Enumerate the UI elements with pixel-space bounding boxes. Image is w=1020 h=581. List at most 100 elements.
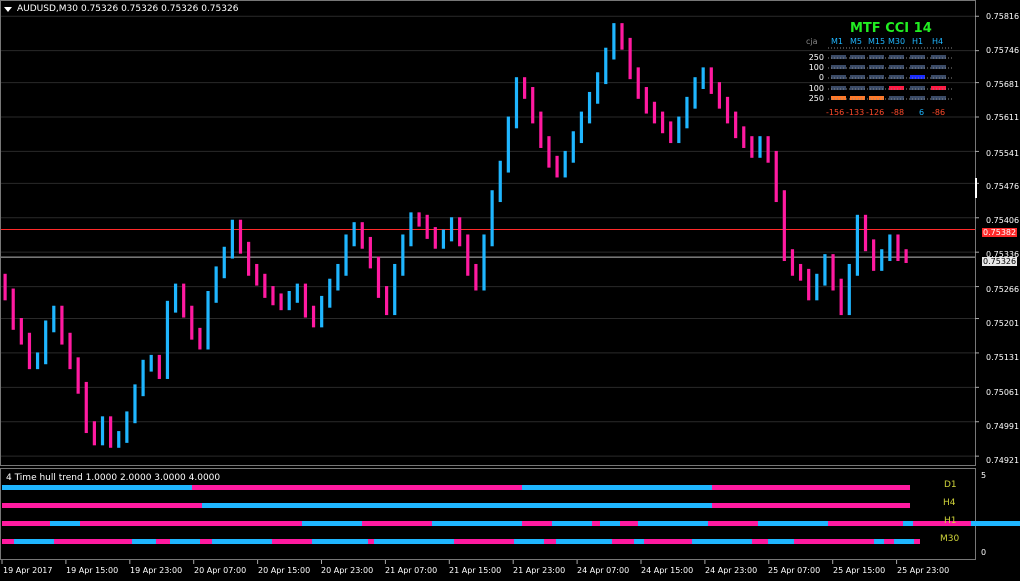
price-bar [872,239,876,271]
chart-grid [1,15,975,457]
price-bar [263,273,267,298]
trend-segment [514,539,544,544]
trend-segment [971,521,1020,526]
main-chart-area[interactable] [0,0,1020,581]
price-bar [563,150,567,178]
trend-segment [556,539,612,544]
price-bar [368,236,372,269]
time-label: 24 Apr 07:00 [577,566,630,575]
price-bar [547,136,551,168]
price-bar [255,263,259,286]
price-bar [717,82,722,109]
price-bar [271,286,275,306]
tf-label-h1: H1 [912,37,924,46]
price-bar [230,219,234,259]
price-label: 0.75746 [986,46,1020,55]
trend-segment [544,539,556,544]
trend-segment [312,539,368,544]
price-bar [3,273,7,301]
price-bar [831,254,835,291]
trend-segment [200,539,212,544]
price-bar [888,234,892,262]
price-bar [660,111,665,134]
price-bar [311,305,316,328]
price-bar [709,67,713,94]
price-bar [425,214,429,239]
price-bar [19,318,23,345]
price-bar [173,283,178,313]
price-bar [92,421,96,446]
cci-value-m30: -88 [891,108,905,117]
trend-segment [592,521,600,526]
trend-segment [638,521,708,526]
price-bar [441,229,446,249]
price-bar [587,91,592,124]
price-bar [896,234,900,262]
price-label: 0.75131 [986,353,1020,362]
tf-label-h4: H4 [932,37,944,46]
price-bar [198,327,202,350]
cci-level-100-bottom: 100 [808,84,824,93]
time-label: 25 Apr 15:00 [833,566,886,575]
trend-segment [272,539,312,544]
price-bar [238,219,243,254]
trend-label-h1: H1 [944,516,957,526]
trend-segment [644,539,692,544]
symbol-label: AUDUSD,M30 [17,4,78,14]
price-bar [84,381,88,434]
trend-segment [192,485,522,490]
price-bar [628,37,632,80]
price-label: 0.74991 [986,422,1020,431]
trend-segment [2,485,192,490]
time-label: 24 Apr 15:00 [641,566,694,575]
cci-value-m5: -133 [846,108,865,117]
price-bar [141,359,145,397]
price-bar [685,96,689,129]
trend-segment [14,539,54,544]
time-label: 20 Apr 15:00 [258,566,311,575]
price-bar [798,263,803,281]
trend-segment [903,521,913,526]
price-bar [555,155,559,178]
trend-segment [758,521,828,526]
price-bar [376,256,381,298]
chart-menu-triangle-icon[interactable] [4,6,12,12]
price-bar [823,254,827,286]
price-bar [734,111,738,139]
price-label: 0.75266 [986,285,1020,294]
price-bar [693,77,697,109]
price-bar [133,384,137,424]
price-bar [360,222,364,249]
price-bar [76,357,80,394]
price-bar [401,234,405,276]
trend-segment [54,539,132,544]
time-label: 25 Apr 07:00 [768,566,821,575]
price-bar [766,136,770,163]
trend-segment [828,521,903,526]
price-bar [328,278,332,308]
price-bar [904,249,908,263]
trend-segment [302,521,362,526]
price-bar [352,222,356,247]
price-bar [522,77,527,99]
time-label: 20 Apr 07:00 [194,566,247,575]
price-bar [27,332,32,370]
cci-level-250-top: 250 [808,53,824,62]
trend-segment [374,539,454,544]
subwindow-scale-0: 0 [981,548,987,557]
price-bar [385,286,389,316]
cja-label: cja [806,37,818,46]
trend-segment [612,539,634,544]
time-label: 21 Apr 07:00 [385,566,438,575]
price-label: 0.75816 [986,12,1020,21]
cci-value-m15: -126 [866,108,885,117]
trend-segment [454,539,514,544]
price-bar [449,217,454,242]
cci-level-250-bottom: 250 [808,94,824,103]
tf-label-m5: M5 [850,37,862,46]
trend-segment [600,521,620,526]
price-bar [182,283,186,318]
price-bar [109,416,113,448]
price-label: 0.75541 [986,149,1020,158]
price-label: 0.75476 [986,182,1020,191]
